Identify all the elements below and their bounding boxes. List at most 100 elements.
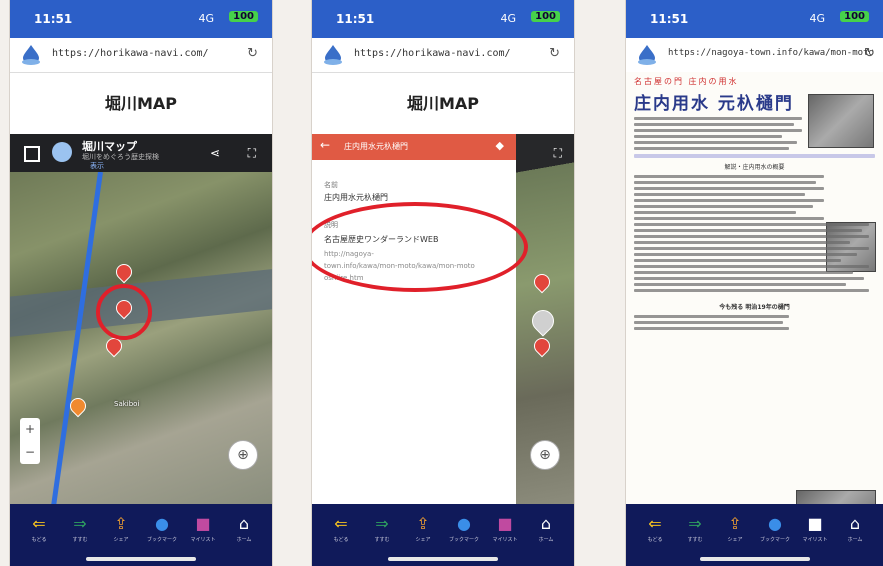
locate-icon[interactable]: ⊕ — [228, 440, 258, 470]
signal-icon: 4G — [809, 12, 825, 25]
map-views: 表示 — [90, 162, 104, 170]
article-body — [634, 315, 789, 330]
home-icon: ⌂ — [849, 514, 861, 533]
status-bar: 11:51 4G 100 — [10, 0, 272, 38]
drop-icon: ● — [155, 514, 169, 533]
site-logo-icon — [324, 45, 342, 65]
drop-icon: ● — [768, 514, 782, 533]
status-time: 11:51 — [34, 12, 73, 26]
address-bar[interactable]: https://horikawa-navi.com/ ↻ — [10, 38, 272, 73]
map-pin[interactable] — [112, 260, 136, 284]
nav-back-button[interactable]: ⇐ もどる — [326, 514, 356, 543]
status-bar: 11:51 4G 100 — [312, 0, 574, 38]
share-icon: ⇪ — [114, 514, 128, 533]
detail-panel-header: ← 庄内用水元杁樋門 ◆ — [312, 134, 516, 160]
zoom-in-icon[interactable]: + — [20, 418, 40, 441]
nav-drop-button[interactable]: ● ブックマーク — [760, 514, 790, 543]
back-arrow-icon: ⇐ — [334, 514, 348, 533]
site-logo-icon — [22, 45, 40, 65]
nav-back-button[interactable]: ⇐ もどる — [640, 514, 670, 543]
zoom-control[interactable]: + − — [20, 418, 40, 464]
nav-forward-button[interactable]: ⇒ すすむ — [367, 514, 397, 543]
nav-share-button[interactable]: ⇪ シェア — [408, 514, 438, 543]
nav-home-button[interactable]: ⌂ ホーム — [531, 514, 561, 543]
url-text: https://horikawa-navi.com/ — [354, 48, 511, 59]
map-logo-icon — [52, 142, 72, 162]
detail-panel: 名前 庄内用水元杁樋門 説明 名古屋歴史ワンダーランドWEB http://na… — [312, 160, 528, 504]
page-title: 堀川MAP — [312, 73, 574, 135]
section-heading: 解説・庄内用水の概要 — [724, 164, 785, 171]
nav-back-button[interactable]: ⇐ もどる — [24, 514, 54, 543]
fullscreen-icon[interactable]: ⛶ — [554, 146, 562, 161]
nav-home-button[interactable]: ⌂ ホーム — [840, 514, 870, 543]
map-pin[interactable] — [530, 334, 554, 358]
directions-icon[interactable]: ◆ — [496, 139, 504, 152]
phone-screen-map: 11:51 4G 100 https://horikawa-navi.com/ … — [10, 0, 272, 566]
phone-screen-detail: 11:51 4G 100 https://horikawa-navi.com/ … — [312, 0, 574, 566]
reload-icon[interactable]: ↻ — [247, 46, 258, 61]
site-logo-icon — [638, 45, 656, 65]
map-pin-selected[interactable] — [527, 305, 559, 337]
divider — [634, 154, 875, 158]
nav-share-button[interactable]: ⇪ シェア — [106, 514, 136, 543]
bookmark-icon: ■ — [195, 514, 211, 533]
signal-icon: 4G — [500, 12, 516, 25]
map-header: 堀川マップ 堀川をめぐろう歴史探検 表示 ⋖ ⛶ — [10, 134, 272, 172]
nav-drop-button[interactable]: ● ブックマーク — [449, 514, 479, 543]
back-arrow-icon[interactable]: ← — [320, 138, 330, 152]
zoom-out-icon[interactable]: − — [20, 441, 40, 464]
status-time: 11:51 — [336, 12, 375, 26]
forward-arrow-icon: ⇒ — [375, 514, 389, 533]
home-icon: ⌂ — [238, 514, 250, 533]
status-time: 11:51 — [650, 12, 689, 26]
nav-bookmark-button[interactable]: ■ マイリスト — [188, 514, 218, 543]
article-page[interactable]: 名古屋の門 庄内の用水 庄内用水 元杁樋門 解説・庄内用水の概要 今も残る 明治… — [626, 72, 883, 522]
reload-icon[interactable]: ↻ — [864, 46, 875, 61]
back-arrow-icon: ⇐ — [32, 514, 46, 533]
forward-arrow-icon: ⇒ — [688, 514, 702, 533]
back-arrow-icon: ⇐ — [648, 514, 662, 533]
nav-forward-button[interactable]: ⇒ すすむ — [680, 514, 710, 543]
bookmark-icon: ■ — [497, 514, 513, 533]
reload-icon[interactable]: ↻ — [549, 46, 560, 61]
home-indicator — [388, 557, 498, 561]
highlight-circle — [312, 202, 528, 292]
bottom-nav: ⇐ もどる ⇒ すすむ ⇪ シェア ● ブックマーク ■ マイリスト ⌂ ホーム — [10, 504, 272, 566]
nav-drop-button[interactable]: ● ブックマーク — [147, 514, 177, 543]
locate-icon[interactable]: ⊕ — [530, 440, 560, 470]
address-bar[interactable]: https://horikawa-navi.com/ ↻ — [312, 38, 574, 73]
forward-arrow-icon: ⇒ — [73, 514, 87, 533]
nav-bookmark-button[interactable]: ■ マイリスト — [490, 514, 520, 543]
sidebar-toggle-icon[interactable] — [24, 146, 40, 162]
map-place-label: Sakiboi — [114, 400, 140, 408]
nav-bookmark-button[interactable]: ■ マイリスト — [800, 514, 830, 543]
section-heading: 今も残る 明治19年の樋門 — [719, 304, 790, 311]
satellite-map[interactable]: ⛶ ⊕ — [516, 134, 574, 504]
article-kicker: 名古屋の門 庄内の用水 — [634, 77, 739, 86]
fullscreen-icon[interactable]: ⛶ — [248, 146, 256, 161]
route-line — [47, 172, 103, 504]
drop-icon: ● — [457, 514, 471, 533]
phone-screen-article: 11:51 4G 100 https://nagoya-town.info/ka… — [626, 0, 883, 566]
battery-icon: 100 — [531, 11, 560, 22]
highlight-circle — [96, 284, 152, 340]
satellite-map[interactable]: Sakiboi + − ⊕ — [10, 172, 272, 504]
address-bar[interactable]: https://nagoya-town.info/kawa/mon-moto ↻ — [626, 38, 883, 73]
nav-forward-button[interactable]: ⇒ すすむ — [65, 514, 95, 543]
share-icon[interactable]: ⋖ — [210, 146, 220, 160]
article-body — [634, 175, 824, 220]
url-text: https://horikawa-navi.com/ — [52, 48, 209, 59]
name-label: 名前 — [324, 181, 338, 189]
battery-icon: 100 — [229, 11, 258, 22]
bottom-nav: ⇐ もどる ⇒ すすむ ⇪ シェア ● ブックマーク ■ マイリスト ⌂ ホーム — [626, 504, 883, 566]
share-icon: ⇪ — [416, 514, 430, 533]
share-icon: ⇪ — [728, 514, 742, 533]
battery-icon: 100 — [840, 11, 869, 22]
map-pin[interactable] — [530, 270, 554, 294]
nav-share-button[interactable]: ⇪ シェア — [720, 514, 750, 543]
url-text: https://nagoya-town.info/kawa/mon-moto — [668, 48, 874, 58]
nav-home-button[interactable]: ⌂ ホーム — [229, 514, 259, 543]
detail-panel-title: 庄内用水元杁樋門 — [344, 142, 408, 151]
bottom-nav: ⇐ もどる ⇒ すすむ ⇪ シェア ● ブックマーク ■ マイリスト ⌂ ホーム — [312, 504, 574, 566]
home-indicator — [86, 557, 196, 561]
